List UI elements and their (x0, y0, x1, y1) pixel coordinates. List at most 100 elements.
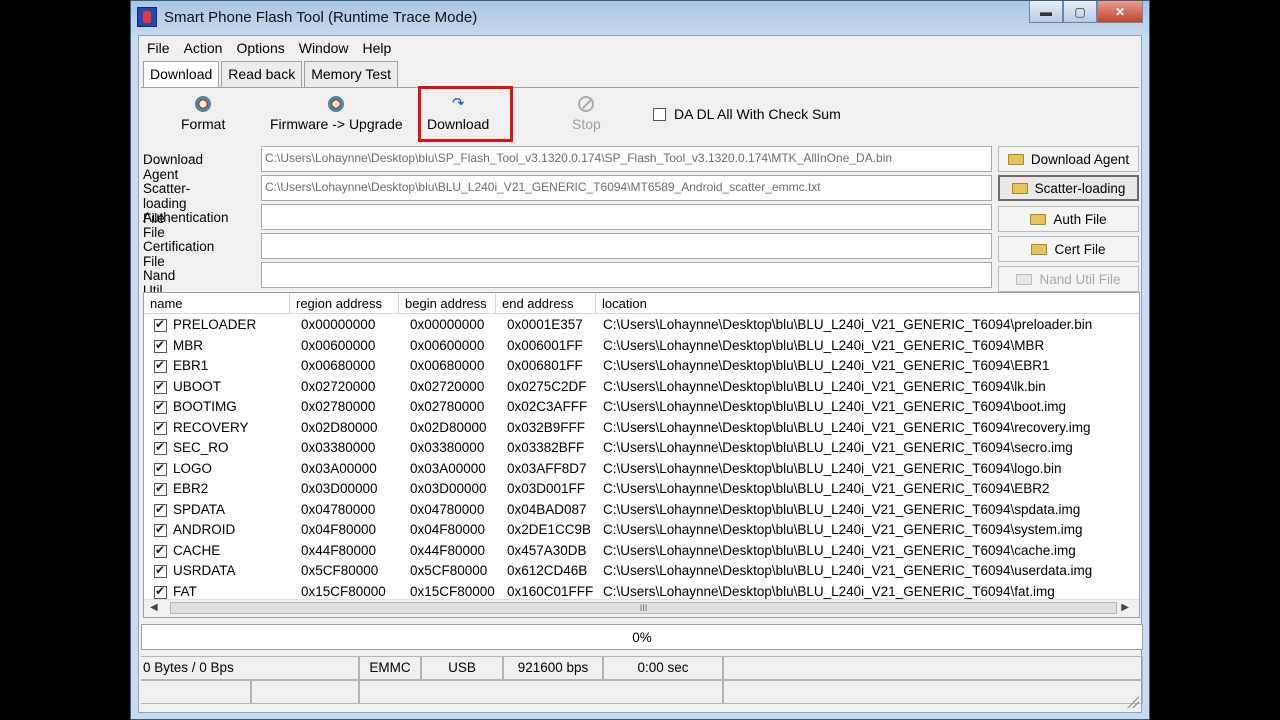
cert-file-button[interactable]: Cert File (998, 236, 1139, 262)
row-checkbox[interactable] (154, 358, 167, 373)
tab-read-back[interactable]: Read back (221, 61, 303, 87)
tab-memory-test[interactable]: Memory Test (304, 61, 399, 87)
status-cell (723, 680, 1143, 704)
cell-begin-address: 0x04F80000 (410, 522, 486, 537)
format-button[interactable]: Format (181, 96, 225, 132)
row-checkbox[interactable] (154, 317, 167, 332)
download-agent-input[interactable]: C:\Users\Lohaynne\Desktop\blu\SP_Flash_T… (261, 146, 992, 172)
maximize-button[interactable]: ▢ (1063, 1, 1097, 23)
scroll-left-arrow[interactable]: ◀ (150, 602, 158, 613)
cell-region-address: 0x04780000 (301, 501, 376, 517)
nand-input[interactable] (261, 262, 992, 288)
tab-download[interactable]: Download (143, 61, 220, 87)
cell-region-address: 0x00000000 (301, 317, 376, 332)
table-row[interactable]: PRELOADER 0x00000000 0x00000000 0x0001E357 C… (144, 315, 1139, 336)
checksum-checkbox[interactable] (653, 107, 666, 121)
cert-label: Certification File (143, 239, 215, 269)
nand-util-button[interactable]: Nand Util File (998, 266, 1139, 292)
title-bar[interactable]: Smart Phone Flash Tool (Runtime Trace Mo… (131, 1, 1149, 35)
download-highlight-box (418, 86, 513, 142)
app-icon (137, 7, 157, 27)
cell-name: BOOTIMG (173, 399, 237, 414)
scroll-right-arrow[interactable]: ▶ (1121, 602, 1129, 613)
auth-input[interactable] (261, 204, 992, 230)
header-location[interactable]: location (596, 293, 1139, 313)
status-time: 0:00 sec (603, 656, 723, 680)
download-agent-button-label: Download Agent (1030, 151, 1130, 167)
stop-button[interactable]: Stop (572, 96, 601, 132)
table-row[interactable]: UBOOT 0x02720000 0x02720000 0x0275C2DF C:\Us… (144, 377, 1139, 398)
globe-icon (195, 96, 212, 112)
status-cell (141, 680, 251, 704)
cell-begin-address: 0x00600000 (410, 337, 485, 353)
resize-grip-icon[interactable] (1127, 696, 1139, 708)
row-checkbox[interactable] (154, 338, 167, 353)
row-checkbox[interactable] (154, 461, 167, 476)
row-checkbox[interactable] (154, 502, 167, 517)
row-checkbox[interactable] (154, 481, 167, 496)
row-checkbox[interactable] (154, 440, 167, 455)
table-row[interactable]: USRDATA 0x5CF80000 0x5CF80000 0x612CD46B C:\… (144, 561, 1139, 582)
cell-begin-address: 0x02D80000 (410, 419, 487, 435)
table-row[interactable]: ANDROID 0x04F80000 0x04F80000 0x2DE1CC9B C:\… (144, 520, 1139, 541)
cell-region-address: 0x02780000 (301, 399, 376, 414)
close-button[interactable]: ✕ (1097, 1, 1143, 23)
menu-help[interactable]: Help (363, 40, 392, 56)
cell-name: MBR (173, 337, 203, 353)
table-row[interactable]: RECOVERY 0x02D80000 0x02D80000 0x032B9FFF C:… (144, 418, 1139, 439)
scatter-input[interactable]: C:\Users\Lohaynne\Desktop\blu\BLU_L240i_… (261, 175, 992, 201)
menu-bar: File Action Options Window Help (139, 36, 1141, 60)
cell-region-address: 0x00600000 (301, 337, 376, 353)
status-cell (359, 680, 723, 704)
header-begin-address[interactable]: begin address (399, 293, 496, 313)
cell-region-address: 0x02D80000 (301, 419, 378, 435)
table-row[interactable]: BOOTIMG 0x02780000 0x02780000 0x02C3AFFF C:\… (144, 397, 1139, 418)
download-panel: Format Firmware -> Upgrade ↷ Download St… (141, 86, 1143, 712)
cell-name: FAT (173, 583, 197, 599)
cell-location: C:\Users\Lohaynne\Desktop\blu\BLU_L240i_… (603, 542, 1076, 558)
table-row[interactable]: MBR 0x00600000 0x00600000 0x006001FF C:\User… (144, 336, 1139, 357)
table-row[interactable]: EBR2 0x03D00000 0x03D00000 0x03D001FF C:\Use… (144, 479, 1139, 500)
row-checkbox[interactable] (154, 522, 167, 537)
cert-input[interactable] (261, 233, 992, 259)
table-row[interactable]: EBR1 0x00680000 0x00680000 0x006801FF C:\Use… (144, 356, 1139, 377)
row-checkbox[interactable] (154, 399, 167, 414)
header-region-address[interactable]: region address (290, 293, 399, 313)
checksum-label: DA DL All With Check Sum (674, 106, 841, 122)
menu-file[interactable]: File (147, 40, 170, 56)
download-agent-button[interactable]: Download Agent (998, 146, 1139, 172)
cell-region-address: 0x44F80000 (301, 542, 377, 558)
horizontal-scrollbar[interactable]: ◀ III ▶ (144, 599, 1139, 617)
cell-end-address: 0x006001FF (507, 337, 583, 353)
row-checkbox[interactable] (154, 563, 167, 578)
scroll-thumb[interactable]: III (170, 602, 1117, 614)
menu-action[interactable]: Action (184, 40, 223, 56)
row-checkbox[interactable] (154, 379, 167, 394)
checksum-option[interactable]: DA DL All With Check Sum (653, 106, 841, 122)
status-bytes: 0 Bytes / 0 Bps (141, 656, 359, 680)
menu-window[interactable]: Window (299, 40, 349, 56)
firmware-upgrade-button[interactable]: Firmware -> Upgrade (270, 96, 403, 132)
cell-end-address: 0x03AFF8D7 (507, 460, 587, 476)
header-name[interactable]: name (144, 293, 290, 313)
table-row[interactable]: LOGO 0x03A00000 0x03A00000 0x03AFF8D7 C:\Use… (144, 459, 1139, 480)
cell-location: C:\Users\Lohaynne\Desktop\blu\BLU_L240i_… (603, 501, 1081, 517)
table-row[interactable]: SPDATA 0x04780000 0x04780000 0x04BAD087 C:\U… (144, 500, 1139, 521)
cell-begin-address: 0x44F80000 (410, 542, 486, 558)
table-row[interactable]: CACHE 0x44F80000 0x44F80000 0x457A30DB C:\Us… (144, 541, 1139, 562)
auth-file-button[interactable]: Auth File (998, 206, 1139, 232)
table-row[interactable]: SEC_RO 0x03380000 0x03380000 0x03382BFF C:\U… (144, 438, 1139, 459)
row-checkbox[interactable] (154, 543, 167, 558)
minimize-button[interactable]: ▬ (1029, 1, 1063, 23)
menu-options[interactable]: Options (236, 40, 284, 56)
auth-button-label: Auth File (1053, 211, 1107, 227)
cell-location: C:\Users\Lohaynne\Desktop\blu\BLU_L240i_… (603, 358, 1050, 373)
cell-location: C:\Users\Lohaynne\Desktop\blu\BLU_L240i_… (603, 440, 1073, 455)
row-checkbox[interactable] (154, 420, 167, 435)
header-end-address[interactable]: end address (496, 293, 596, 313)
scatter-loading-button[interactable]: Scatter-loading (998, 175, 1139, 201)
status-storage: EMMC (359, 656, 421, 680)
row-checkbox[interactable] (154, 584, 167, 599)
cell-begin-address: 0x00000000 (410, 317, 485, 332)
cell-begin-address: 0x03A00000 (410, 460, 486, 476)
